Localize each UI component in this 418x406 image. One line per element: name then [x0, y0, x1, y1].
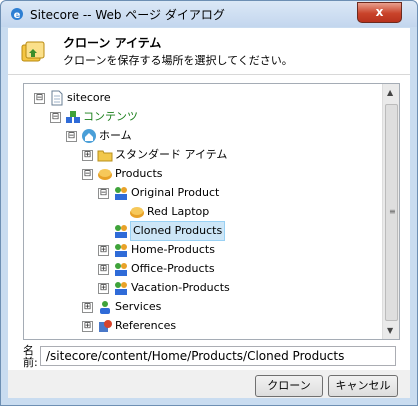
dialog-header: クローン アイテム クローンを保存する場所を選択してください。: [8, 28, 410, 75]
product-group-icon: [115, 187, 127, 200]
product-group-icon: [115, 263, 127, 276]
tree-item-label: ホーム: [99, 129, 132, 142]
close-button[interactable]: x: [357, 2, 402, 23]
tree-item-references[interactable]: ⊞ References: [24, 317, 384, 335]
scroll-thumb[interactable]: ≡: [385, 104, 398, 321]
grip-icon: ≡: [389, 207, 396, 216]
collapse-toggle[interactable]: ⊟: [82, 169, 93, 180]
dialog-footer: クローン キャンセル: [8, 370, 410, 398]
tree-item-home[interactable]: ⊟ ホーム: [24, 127, 384, 145]
tree-item-services[interactable]: ⊞ Services: [24, 298, 384, 316]
tree-item-office-products[interactable]: ⊞ Office-Products: [24, 260, 384, 278]
products-icon: [98, 169, 112, 180]
tree-item-products[interactable]: ⊟ Products: [24, 165, 384, 183]
collapse-toggle[interactable]: ⊟: [34, 93, 45, 104]
expand-toggle[interactable]: ⊞: [98, 264, 109, 275]
expand-toggle[interactable]: ⊞: [82, 302, 93, 313]
svg-text:e: e: [14, 10, 21, 21]
tree-item-cloned-products[interactable]: Cloned Products: [24, 221, 384, 241]
collapse-toggle[interactable]: ⊟: [66, 131, 77, 142]
expand-toggle[interactable]: ⊞: [98, 283, 109, 294]
folder-icon: [97, 150, 113, 162]
tree-item-label: スタンダード アイテム: [115, 148, 228, 161]
tree-item-red-laptop[interactable]: Red Laptop: [24, 203, 384, 221]
tree-item-content[interactable]: ⊟ コンテンツ: [24, 108, 384, 126]
ie-icon: e: [11, 8, 23, 21]
clone-button[interactable]: クローン: [255, 375, 323, 397]
window-title: Sitecore -- Web ページ ダイアログ: [30, 8, 225, 22]
item-path-input[interactable]: [40, 346, 396, 366]
dialog-window: e Sitecore -- Web ページ ダイアログ x クローン アイテム …: [0, 0, 418, 406]
product-group-icon: [115, 225, 127, 238]
document-icon: [51, 90, 63, 106]
collapse-toggle[interactable]: ⊟: [98, 188, 109, 199]
expand-toggle[interactable]: ⊞: [82, 321, 93, 332]
content-icon: [66, 111, 80, 123]
laptop-icon: [130, 207, 144, 218]
tree-item-label: Products: [115, 167, 163, 180]
tree-item-vacation-products[interactable]: ⊞ Vacation-Products: [24, 279, 384, 297]
home-icon: [82, 129, 96, 143]
tree-item-label: Cloned Products: [130, 221, 226, 241]
dialog-title: クローン アイテム: [63, 36, 162, 50]
services-icon: [100, 301, 110, 314]
tree-item-label: Original Product: [131, 186, 220, 199]
references-icon: [99, 320, 112, 332]
tree-item-label: Office-Products: [131, 262, 215, 275]
content-tree[interactable]: ⊟ sitecore ⊟ コンテンツ ⊟ ホーム ⊞ スタンダード アイテム ⊟…: [23, 83, 400, 340]
title-bar: e Sitecore -- Web ページ ダイアログ x: [1, 1, 417, 27]
tree-item-label: sitecore: [67, 91, 111, 104]
collapse-toggle[interactable]: ⊟: [50, 112, 61, 123]
expand-toggle[interactable]: ⊞: [98, 245, 109, 256]
tree-item-label: コンテンツ: [83, 110, 138, 123]
clone-item-icon: [21, 41, 45, 62]
name-field-label: 名前:: [23, 344, 38, 369]
expand-toggle[interactable]: ⊞: [82, 150, 93, 161]
dialog-subtitle: クローンを保存する場所を選択してください。: [63, 54, 293, 67]
tree-item-home-products[interactable]: ⊞ Home-Products: [24, 241, 384, 259]
cancel-button[interactable]: キャンセル: [328, 375, 398, 397]
product-group-icon: [115, 244, 127, 257]
tree-item-label: References: [115, 319, 177, 332]
tree-item-label: Services: [115, 300, 162, 313]
tree-item-label: Vacation-Products: [131, 281, 230, 294]
tree-scrollbar[interactable]: ▲ ≡ ▼: [382, 84, 399, 339]
dialog-body: クローン アイテム クローンを保存する場所を選択してください。 ⊟ siteco…: [8, 28, 410, 398]
scroll-up-icon[interactable]: ▲: [387, 88, 393, 97]
product-group-icon: [115, 282, 127, 295]
tree-item-sitecore[interactable]: ⊟ sitecore: [24, 89, 384, 107]
scroll-down-icon[interactable]: ▼: [387, 326, 393, 335]
tree-item-label: Home-Products: [131, 243, 215, 256]
tree-item-label: Red Laptop: [147, 205, 210, 218]
tree-item-standard-items[interactable]: ⊞ スタンダード アイテム: [24, 146, 384, 164]
tree-item-original-product[interactable]: ⊟ Original Product: [24, 184, 384, 202]
